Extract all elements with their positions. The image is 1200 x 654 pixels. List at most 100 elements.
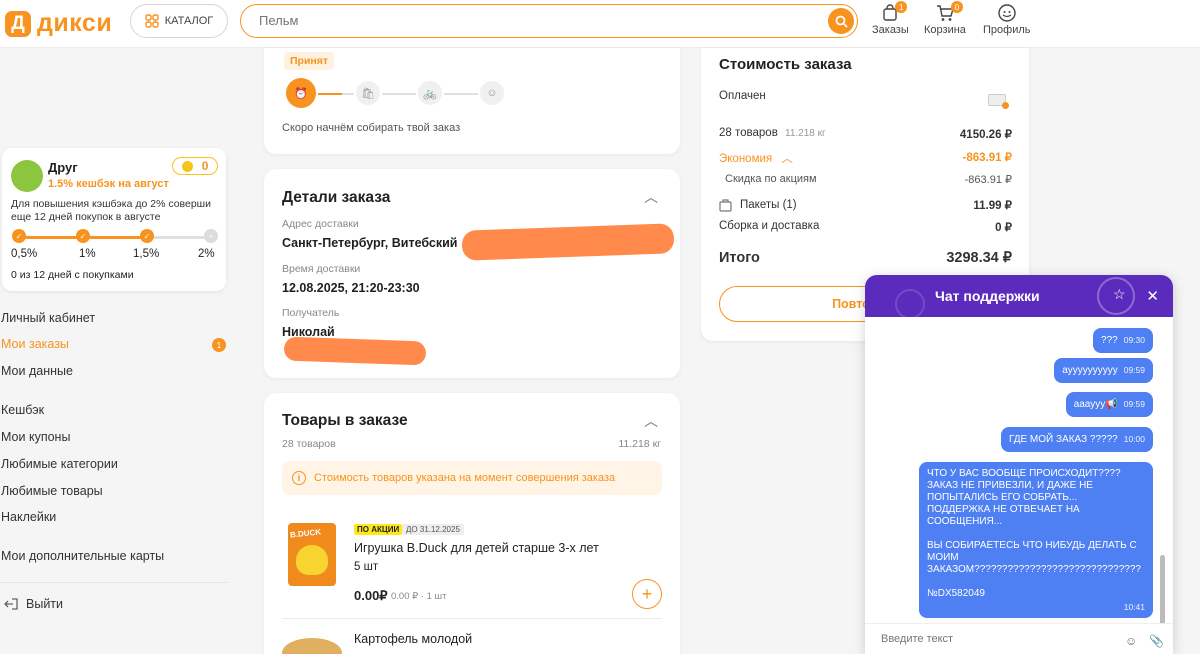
product-unit-price: 0.00 ₽ · 1 шт bbox=[391, 591, 447, 602]
message-text: аааууу📢 bbox=[1073, 399, 1118, 410]
sidebar-item-orders[interactable]: Мои заказы bbox=[1, 337, 69, 351]
row-divider bbox=[282, 618, 662, 619]
status-badge: Принят bbox=[284, 52, 335, 70]
chat-message: аааууу📢 09:59 bbox=[1065, 392, 1153, 417]
logo[interactable]: Д дикси bbox=[5, 9, 112, 38]
sidebar-item-fav-categories[interactable]: Любимые категории bbox=[1, 457, 118, 471]
savings-row[interactable]: Экономия ︿ -863.91 ₽ bbox=[719, 150, 1012, 166]
promo-date-badge: ДО 31.12.2025 bbox=[402, 524, 464, 535]
search-button[interactable] bbox=[828, 8, 854, 34]
header: Д дикси КАТАЛОГ 1 Заказы 0 Корзина Профи… bbox=[0, 0, 1200, 48]
level-label: 2% bbox=[198, 248, 215, 260]
emoji-icon[interactable]: ☺ bbox=[1125, 634, 1137, 648]
grid-icon bbox=[145, 14, 159, 28]
step-line bbox=[444, 93, 478, 95]
star-icon[interactable]: ☆ bbox=[1113, 286, 1126, 303]
chat-messages[interactable]: ??? 09:30 ауууууууууу 09:59 аааууу📢 09:59 Г… bbox=[865, 317, 1173, 627]
chat-scrollbar[interactable] bbox=[1160, 555, 1165, 627]
search-icon bbox=[835, 15, 848, 28]
time-value: 12.08.2025, 21:20-23:30 bbox=[282, 281, 420, 295]
step-line bbox=[318, 93, 342, 95]
discount-label: Скидка по акциям bbox=[725, 173, 817, 185]
savings-value: -863.91 ₽ bbox=[962, 152, 1012, 164]
search-bar[interactable] bbox=[240, 4, 858, 38]
add-to-cart-button[interactable]: + bbox=[632, 579, 662, 609]
sidebar-item-cashback[interactable]: Кешбэк bbox=[1, 403, 44, 417]
product-quantity: 5 шт bbox=[354, 561, 379, 573]
total-row: Итого 3298.34 ₽ bbox=[719, 250, 1012, 266]
savings-label: Экономия bbox=[719, 153, 773, 165]
chat-message: ??? 09:30 bbox=[1093, 328, 1153, 353]
message-text: ГДЕ МОЙ ЗАКАЗ ????? bbox=[1008, 434, 1118, 445]
message-text: ЧТО У ВАС ВООБЩЕ ПРОИСХОДИТ???? ЗАКАЗ НЕ… bbox=[927, 468, 1141, 599]
sidebar-item-coupons[interactable]: Мои купоны bbox=[1, 430, 70, 444]
logout-button[interactable]: Выйти bbox=[4, 597, 63, 611]
loyalty-card[interactable]: Друг 1.5% кешбэк на август 0 Для повышен… bbox=[2, 148, 226, 291]
recipient-label: Получатель bbox=[282, 307, 340, 319]
goods-count: 28 товаров bbox=[282, 438, 336, 450]
level-label: 1% bbox=[79, 248, 96, 260]
sidebar-item-cabinet[interactable]: Личный кабинет bbox=[1, 311, 95, 325]
sidebar-item-data[interactable]: Мои данные bbox=[1, 364, 73, 378]
duck-shape bbox=[296, 545, 328, 575]
bags-row: Пакеты (1) 11.99 ₽ bbox=[719, 198, 1012, 212]
sidebar-orders-badge: 1 bbox=[212, 338, 226, 352]
sidebar-item-fav-products[interactable]: Любимые товары bbox=[1, 484, 103, 498]
coin-icon bbox=[181, 160, 193, 172]
chat-message: ЧТО У ВАС ВООБЩЕ ПРОИСХОДИТ???? ЗАКАЗ НЕ… bbox=[919, 462, 1153, 618]
heart-decoration-icon bbox=[895, 289, 925, 319]
product-image[interactable]: B.DUCK bbox=[288, 523, 336, 586]
level-label: 1,5% bbox=[133, 248, 160, 260]
info-icon: i bbox=[292, 471, 306, 485]
message-time: 10:41 bbox=[1123, 602, 1145, 612]
items-weight: 11.218 кг bbox=[785, 128, 826, 139]
delivery-value: 0 ₽ bbox=[995, 222, 1012, 234]
product-name[interactable]: Игрушка B.Duck для детей старше 3-х лет bbox=[354, 541, 599, 555]
sidebar-item-stickers[interactable]: Наклейки bbox=[1, 510, 56, 524]
message-time: 10:00 bbox=[1123, 434, 1145, 444]
chat-input[interactable] bbox=[881, 633, 1101, 645]
message-text: ??? bbox=[1101, 335, 1118, 346]
close-icon[interactable]: ✕ bbox=[1146, 287, 1159, 305]
delivery-label: Сборка и доставка bbox=[719, 220, 820, 232]
discount-row: Скидка по акциям -863.91 ₽ bbox=[719, 173, 1012, 186]
paid-label: Оплачен bbox=[719, 90, 766, 102]
goods-title: Товары в заказе bbox=[282, 412, 408, 429]
step-line bbox=[342, 93, 354, 95]
chevron-up-icon[interactable]: ︿ bbox=[644, 411, 658, 431]
sidebar-item-extra-cards[interactable]: Мои дополнительные карты bbox=[1, 549, 164, 563]
smile-icon: ☺ bbox=[480, 81, 504, 105]
chevron-up-icon[interactable]: ︿ bbox=[644, 187, 658, 207]
bags-value: 11.99 ₽ bbox=[973, 200, 1012, 212]
catalog-button[interactable]: КАТАЛОГ bbox=[130, 4, 228, 38]
header-profile[interactable]: Профиль bbox=[983, 4, 1031, 36]
search-input[interactable] bbox=[259, 13, 799, 28]
cart-badge: 0 bbox=[950, 1, 963, 13]
logo-text: дикси bbox=[37, 9, 113, 37]
product-image-brand: B.DUCK bbox=[289, 527, 322, 540]
basket-icon: 🛍 bbox=[356, 81, 380, 105]
step-line bbox=[382, 93, 416, 95]
header-cart[interactable]: 0 Корзина bbox=[924, 1, 966, 36]
attach-icon[interactable]: 📎 bbox=[1149, 634, 1164, 648]
loyalty-level-name: Друг bbox=[48, 160, 78, 175]
loyalty-days: 0 из 12 дней с покупками bbox=[11, 269, 134, 281]
details-title: Детали заказа bbox=[282, 189, 391, 206]
coins-value: 0 bbox=[201, 159, 209, 173]
goods-weight: 11.218 кг bbox=[618, 438, 661, 450]
summary-title: Стоимость заказа bbox=[719, 56, 852, 73]
header-orders[interactable]: 1 Заказы bbox=[872, 1, 909, 36]
product-image[interactable] bbox=[282, 638, 342, 654]
message-time: 09:30 bbox=[1123, 335, 1145, 345]
support-chat: Чат поддержки ☆ ✕ ??? 09:30 ауууууууууу 09… bbox=[865, 275, 1173, 654]
orders-badge: 1 bbox=[895, 1, 908, 13]
redaction-mark bbox=[283, 336, 427, 366]
loyalty-progress bbox=[18, 236, 213, 239]
logout-label: Выйти bbox=[26, 597, 64, 611]
discount-value: -863.91 ₽ bbox=[964, 174, 1012, 186]
order-details-card: Детали заказа ︿ Адрес доставки Санкт-Пет… bbox=[264, 169, 680, 378]
progress-check-icon: ✓ bbox=[76, 229, 90, 243]
header-orders-label: Заказы bbox=[872, 24, 909, 36]
product-name[interactable]: Картофель молодой bbox=[354, 632, 472, 646]
time-label: Время доставки bbox=[282, 263, 361, 275]
